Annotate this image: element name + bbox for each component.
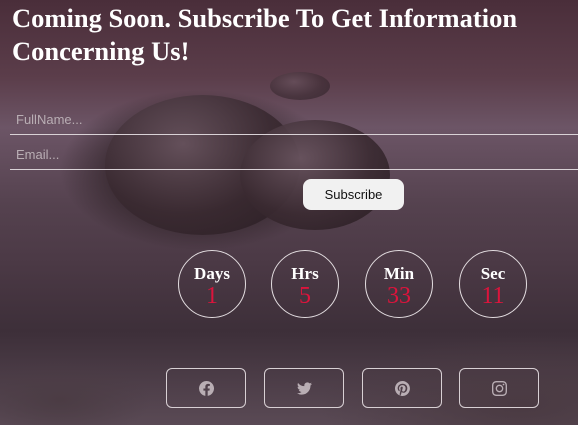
background-rock-right [240,120,390,230]
page-title: Coming Soon. Subscribe To Get Informatio… [12,3,518,66]
countdown-minutes: Min 33 [365,250,433,318]
countdown-days-label: Days [194,264,230,283]
countdown-seconds: Sec 11 [459,250,527,318]
twitter-icon [296,381,312,395]
pinterest-icon [394,380,410,396]
instagram-button[interactable] [459,368,539,408]
fullname-input[interactable] [10,105,578,135]
countdown-seconds-label: Sec [480,264,506,283]
countdown-minutes-label: Min [383,264,415,283]
pinterest-button[interactable] [362,368,442,408]
twitter-button[interactable] [264,368,344,408]
countdown-hours: Hrs 5 [271,250,339,318]
background-rock-far [270,72,330,100]
subscribe-button[interactable]: Subscribe [303,179,404,210]
instagram-icon [491,380,507,396]
countdown-hours-label: Hrs [291,264,319,283]
email-input[interactable] [10,140,578,170]
countdown-hours-value: 5 [299,283,311,309]
countdown-seconds-value: 11 [481,283,505,309]
countdown-days: Days 1 [178,250,246,318]
facebook-icon [198,380,214,396]
facebook-button[interactable] [166,368,246,408]
countdown-minutes-value: 33 [387,283,411,309]
countdown-days-value: 1 [206,283,218,309]
